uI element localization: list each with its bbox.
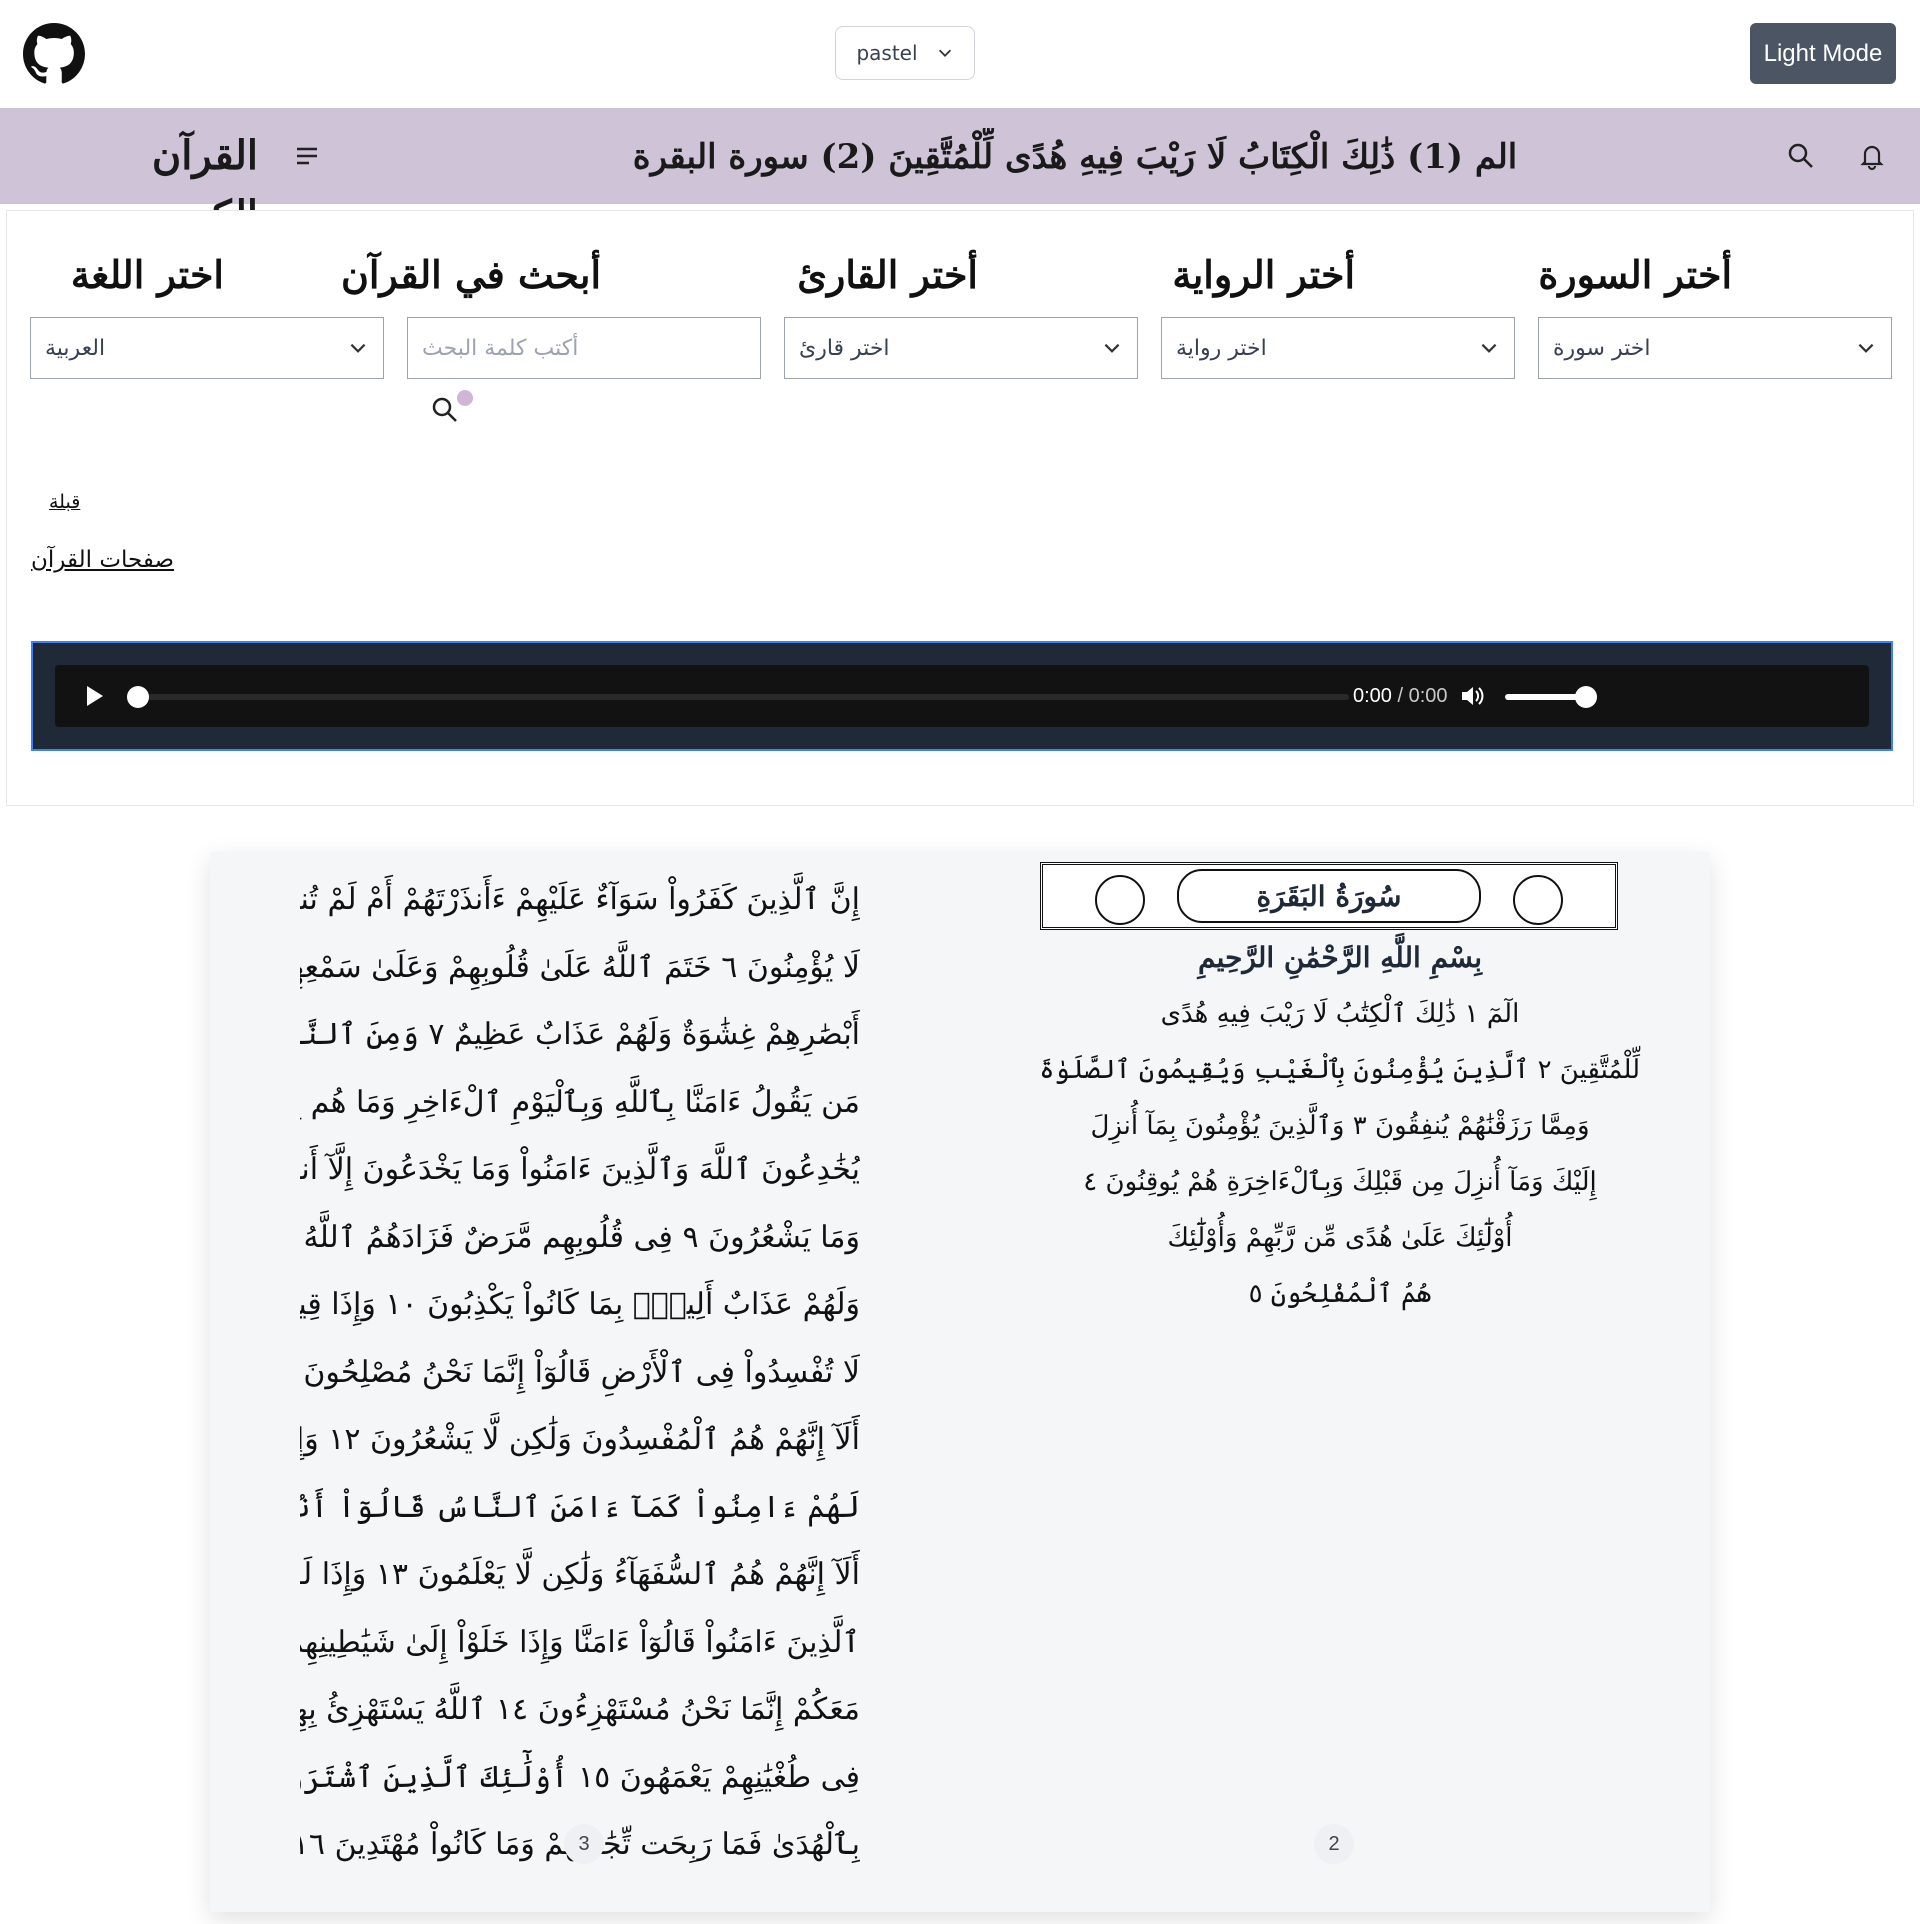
quran-line: أَلَآ إِنَّهُمْ هُمُ ٱلسُّفَهَآءُ وَلَٰك… — [300, 1557, 860, 1592]
reader-select[interactable]: اختر قارئ — [784, 317, 1138, 379]
chevron-down-icon — [1858, 343, 1874, 353]
quran-line: وَمَا يَشْعُرُونَ ٩ فِى قُلُوبِهِم مَّرَ… — [300, 1219, 860, 1255]
search-input[interactable]: أكتب كلمة البحث — [407, 317, 761, 379]
time-display: 0:00 / 0:00 — [1353, 681, 1448, 711]
search-label: أبحث في القرآن — [340, 252, 601, 297]
theme-value: pastel — [856, 41, 918, 65]
quran-line: أُوْلَٰٓئِكَ عَلَىٰ هُدًى مِّن رَّبِّهِم… — [1167, 1223, 1513, 1253]
github-icon[interactable] — [23, 23, 85, 85]
search-control: أبحث في القرآن أكتب كلمة البحث — [340, 245, 761, 379]
chevron-down-icon — [1104, 343, 1120, 353]
theme-select[interactable]: pastel — [835, 26, 975, 80]
top-bar: pastel Light Mode — [0, 0, 1920, 108]
surah-select-value: اختر سورة — [1553, 335, 1651, 361]
brand-title[interactable]: القرآن الكريم — [38, 126, 258, 239]
quran-line: وَلَهُمْ عَذَابٌ أَلِيمٌۢ بِمَا كَانُواْ… — [300, 1287, 860, 1322]
time-separator: / — [1391, 685, 1409, 707]
search-icon[interactable] — [1786, 141, 1816, 171]
quran-line: ٱلَّذِينَ ءَامَنُواْ قَالُوٓاْ ءَامَنَّا… — [300, 1624, 860, 1660]
seek-bar[interactable] — [137, 694, 1349, 700]
mushaf-page-right: سُورَةُ البَقَرَةِ بِسْمِ اللَّهِ الرَّح… — [1039, 862, 1640, 1862]
volume-slider[interactable] — [1505, 694, 1585, 700]
current-time: 0:00 — [1353, 685, 1392, 707]
language-select-value: العربية — [45, 335, 106, 361]
page-number-right: 2 — [1314, 1824, 1354, 1864]
mushaf-spread: إِنَّ ٱلَّذِينَ كَفَرُواْ سَوَآءٌ عَلَيْ… — [210, 852, 1710, 1912]
quran-line: أَبْصَٰرِهِمْ غِشَٰوَةٌ وَلَهُمْ عَذَابٌ… — [300, 1017, 860, 1052]
quran-line: لَهُمْ ءَامِنُواْ كَمَآ ءَامَنَ ٱلنَّاسُ… — [300, 1489, 860, 1525]
bell-icon[interactable] — [1857, 141, 1887, 171]
quran-line: إِنَّ ٱلَّذِينَ كَفَرُواْ سَوَآءٌ عَلَيْ… — [300, 882, 860, 917]
reader-label: أختر القارئ — [797, 252, 978, 297]
surah-select[interactable]: اختر سورة — [1538, 317, 1892, 379]
surah-control: أختر السورة اختر سورة — [1538, 245, 1892, 379]
quran-line: وَمِمَّا رَزَقْنَٰهُمْ يُنفِقُونَ ٣ وَٱل… — [1090, 1111, 1590, 1141]
chevron-down-icon — [350, 343, 366, 353]
audio-player[interactable]: 0:00 / 0:00 — [55, 665, 1869, 727]
play-icon[interactable] — [81, 683, 107, 709]
search-placeholder: أكتب كلمة البحث — [422, 335, 579, 361]
audio-player-container: 0:00 / 0:00 — [31, 641, 1893, 751]
riwaya-select-value: اختر رواية — [1176, 335, 1267, 361]
volume-icon[interactable] — [1459, 683, 1485, 709]
riwaya-label: أختر الرواية — [1172, 252, 1355, 297]
quran-line: إِلَيْكَ وَمَآ أُنزِلَ مِن قَبْلِكَ وَبِ… — [1083, 1167, 1597, 1197]
volume-thumb[interactable] — [1575, 686, 1597, 708]
mushaf-page-left: إِنَّ ٱلَّذِينَ كَفَرُواْ سَوَآءٌ عَلَيْ… — [300, 866, 860, 1866]
quran-line: مَن يَقُولُ ءَامَنَّا بِٱللَّهِ وَبِٱلْي… — [300, 1084, 860, 1120]
header-band: القرآن الكريم الم (1) ذَٰلِكَ الْكِتَابُ… — [0, 108, 1920, 239]
riwaya-select[interactable]: اختر رواية — [1161, 317, 1515, 379]
quran-line: أَلَآ إِنَّهُمْ هُمُ ٱلْمُفْسِدُونَ وَلَ… — [300, 1422, 860, 1457]
quran-line: لَا يُؤْمِنُونَ ٦ خَتَمَ ٱللَّهُ عَلَىٰ … — [300, 949, 860, 985]
ayah-marquee: الم (1) ذَٰلِكَ الْكِتَابُ لَا رَيْبَ فِ… — [632, 137, 1518, 177]
quran-line: مَعَكُمْ إِنَّمَا نَحْنُ مُسْتَهْزِءُونَ… — [300, 1692, 860, 1727]
surah-title: سُورَةُ البَقَرَةِ — [1177, 869, 1481, 923]
surah-label: أختر السورة — [1538, 252, 1732, 297]
duration: 0:00 — [1408, 685, 1448, 707]
page-number-left: 3 — [564, 1824, 604, 1864]
ornament-icon — [1513, 875, 1563, 925]
quran-line: الٓمٓ ١ ذَٰلِكَ ٱلْكِتَٰبُ لَا رَيْبَ فِ… — [1160, 999, 1520, 1029]
quran-pages-link[interactable]: صفحات القرآن — [31, 547, 174, 573]
quran-line: لَا تُفْسِدُواْ فِى ٱلْأَرْضِ قَالُوٓاْ … — [300, 1354, 860, 1390]
quran-line: يُخَٰدِعُونَ ٱللَّهَ وَٱلَّذِينَ ءَامَنُ… — [300, 1152, 860, 1187]
reader-control: أختر القارئ اختر قارئ — [784, 245, 1138, 379]
language-label: اختر اللغة — [70, 252, 224, 297]
controls-panel: أختر السورة اختر سورة أختر الرواية اختر … — [6, 210, 1914, 806]
qibla-link[interactable]: قبلة — [49, 491, 80, 513]
light-mode-button[interactable]: Light Mode — [1750, 23, 1896, 84]
language-control: اختر اللغة العربية — [30, 245, 384, 379]
mushaf-area: إِنَّ ٱلَّذِينَ كَفَرُواْ سَوَآءٌ عَلَيْ… — [0, 806, 1920, 1924]
seek-thumb[interactable] — [127, 686, 149, 708]
menu-icon[interactable] — [292, 141, 322, 171]
chevron-down-icon — [938, 49, 951, 57]
quran-line: هُمُ ٱلْمُفْلِحُونَ ٥ — [1248, 1279, 1432, 1309]
language-select[interactable]: العربية — [30, 317, 384, 379]
search-submit-icon[interactable] — [430, 395, 460, 425]
quran-line: فِى طُغْيَٰنِهِمْ يَعْمَهُونَ ١٥ أُوْلَٰ… — [300, 1759, 860, 1795]
reader-select-value: اختر قارئ — [799, 335, 890, 361]
search-indicator-dot — [457, 390, 473, 406]
quran-line: لِّلْمُتَّقِينَ ٢ ٱلَّذِينَ يُؤْمِنُونَ … — [1039, 1055, 1640, 1085]
surah-title-frame: سُورَةُ البَقَرَةِ — [1040, 862, 1618, 930]
basmala: بِسْمِ اللَّهِ الرَّحْمَٰنِ الرَّحِيمِ — [1198, 941, 1482, 974]
riwaya-control: أختر الرواية اختر رواية — [1161, 245, 1515, 379]
chevron-down-icon — [1481, 343, 1497, 353]
ornament-icon — [1095, 875, 1145, 925]
